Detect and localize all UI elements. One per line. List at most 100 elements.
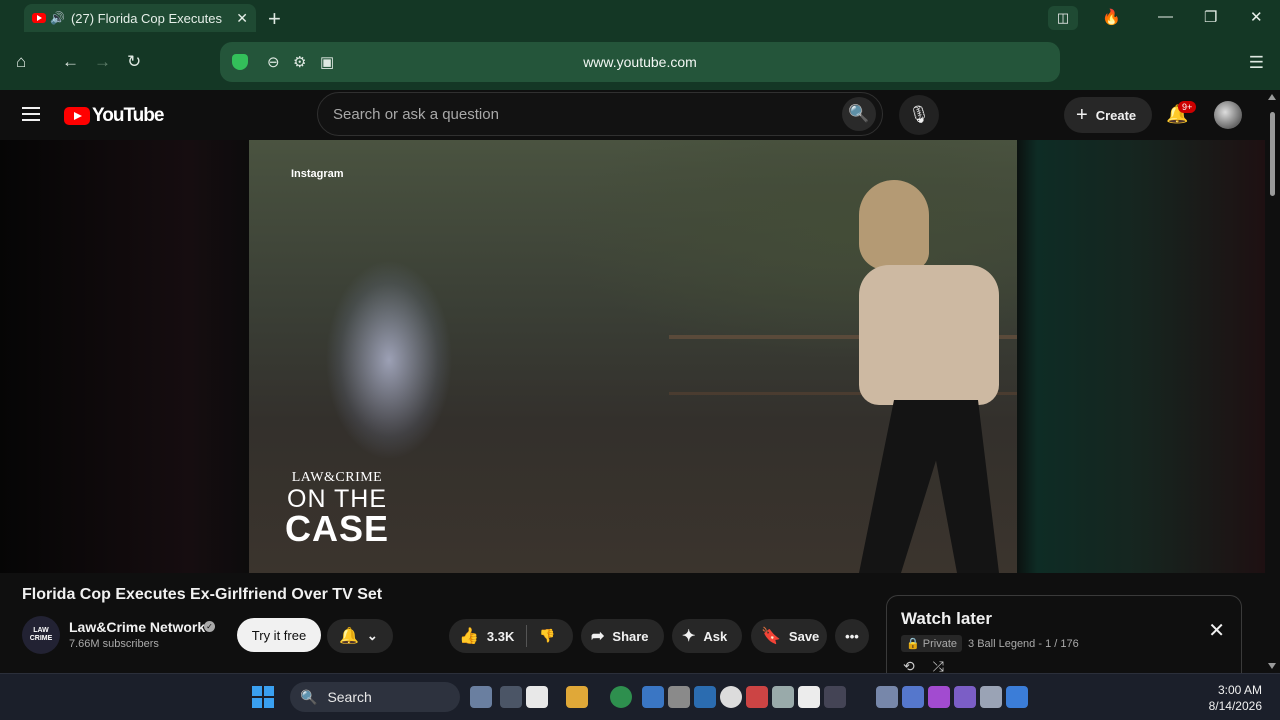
notification-count-badge: 9+ xyxy=(1178,101,1197,113)
taskbar-search[interactable]: 🔍 Search xyxy=(290,682,460,712)
create-button[interactable]: + Create xyxy=(1064,97,1152,133)
task-view-icon[interactable] xyxy=(470,686,492,708)
clock-date: 8/14/2026 xyxy=(1208,699,1262,713)
youtube-logo-text: YouTube xyxy=(92,105,164,126)
app-icon-7[interactable] xyxy=(772,686,794,708)
app-icon-11[interactable] xyxy=(902,686,924,708)
browser-tab-bar: 🔊 (27) Florida Cop Executes ✕ + ◫ 🔥 — ❐ … xyxy=(0,0,1280,36)
bell-icon: 🔔 xyxy=(339,628,359,645)
playlist-progress[interactable]: 3 Ball Legend - 1 / 176 xyxy=(968,638,1079,650)
tab-title: (27) Florida Cop Executes xyxy=(70,10,222,26)
widgets-icon[interactable] xyxy=(500,686,522,708)
channel-avatar[interactable]: LAW CRIME xyxy=(22,616,60,654)
app-icon-13[interactable] xyxy=(954,686,976,708)
playlist-meta: 🔒 Private 3 Ball Legend - 1 / 176 xyxy=(901,635,1079,652)
youtube-header: YouTube Search or ask a question 🔍 🎙 + C… xyxy=(0,90,1265,140)
share-label: Share xyxy=(612,628,649,644)
app-icon-15[interactable] xyxy=(1006,686,1028,708)
app-icon-9[interactable] xyxy=(824,686,846,708)
app-icon-8[interactable] xyxy=(798,686,820,708)
taskbar-search-label: Search xyxy=(327,689,372,705)
address-bar[interactable]: ⊖ ⚙ ▣ www.youtube.com xyxy=(220,42,1060,82)
browser-taskbar-icon[interactable] xyxy=(610,686,632,708)
like-count[interactable]: 3.3K xyxy=(487,629,514,644)
close-icon[interactable]: ✕ xyxy=(1208,618,1225,643)
browser-tab[interactable]: 🔊 (27) Florida Cop Executes ✕ xyxy=(24,4,256,32)
ask-label: Ask xyxy=(703,628,728,644)
thumbs-up-icon[interactable]: 👍 xyxy=(459,626,479,646)
video-player[interactable]: Instagram LAW&CRIME ON THE CASE xyxy=(249,140,1017,573)
scrollbar-thumb[interactable] xyxy=(1270,112,1275,196)
app-icon-12[interactable] xyxy=(928,686,950,708)
clock-time: 3:00 AM xyxy=(1217,683,1262,697)
user-avatar[interactable] xyxy=(1214,101,1242,129)
watch-later-title[interactable]: Watch later xyxy=(901,609,992,629)
app-icon-3[interactable] xyxy=(668,686,690,708)
windows-taskbar: 🔍 Search 3:00 AM 8/14/2026 xyxy=(0,673,1280,720)
restore-button[interactable]: ❐ xyxy=(1204,8,1217,26)
system-clock[interactable]: 3:00 AM 8/14/2026 xyxy=(1209,682,1262,714)
loop-icon[interactable]: ⟲ xyxy=(903,658,915,674)
forward-icon[interactable]: → xyxy=(94,52,111,72)
app-icon-5[interactable] xyxy=(720,686,742,708)
browser-menu-icon[interactable]: ☰ xyxy=(1249,53,1264,73)
subscription-bell-button[interactable]: 🔔 ⌄ xyxy=(327,619,393,653)
subscriber-count: 7.66M subscribers xyxy=(69,638,159,650)
url-text[interactable]: www.youtube.com xyxy=(220,54,1060,70)
privacy-badge: 🔒 Private xyxy=(901,635,963,652)
app-icon-14[interactable] xyxy=(980,686,1002,708)
audio-playing-icon[interactable]: 🔊 xyxy=(50,11,65,25)
page-scrollbar[interactable] xyxy=(1265,90,1280,673)
youtube-play-icon xyxy=(64,107,90,125)
app-icon-4[interactable] xyxy=(694,686,716,708)
video-frame-person xyxy=(839,180,999,573)
chevron-down-icon: ⌄ xyxy=(366,628,378,643)
ask-button[interactable]: ✦ Ask xyxy=(672,619,742,653)
show-watermark: LAW&CRIME ON THE CASE xyxy=(284,470,390,549)
youtube-favicon-icon xyxy=(32,13,46,23)
more-horizontal-icon: ••• xyxy=(845,628,859,644)
flame-icon[interactable]: 🔥 xyxy=(1102,8,1121,26)
windows-start-icon[interactable] xyxy=(252,686,274,708)
video-source-caption: Instagram xyxy=(291,168,344,180)
close-tab-icon[interactable]: ✕ xyxy=(236,10,248,27)
shuffle-icon[interactable]: ⤮ xyxy=(933,658,944,674)
file-explorer-icon[interactable] xyxy=(566,686,588,708)
scroll-down-arrow-icon[interactable] xyxy=(1268,663,1276,669)
scroll-up-arrow-icon[interactable] xyxy=(1268,94,1276,100)
search-box[interactable]: Search or ask a question 🔍 xyxy=(317,92,883,136)
sparkle-icon: ✦ xyxy=(682,628,696,645)
like-dislike-group: 👍 3.3K 👎 xyxy=(449,619,573,653)
app-icon-10[interactable] xyxy=(876,686,898,708)
home-icon[interactable]: ⌂ xyxy=(16,52,26,72)
microphone-icon[interactable]: 🎙 xyxy=(899,95,939,135)
app-icon-6[interactable] xyxy=(746,686,768,708)
search-icon[interactable]: 🔍 xyxy=(842,97,876,131)
close-window-button[interactable]: ✕ xyxy=(1250,8,1263,26)
channel-name[interactable]: Law&Crime Network xyxy=(69,619,205,635)
share-icon: ➦ xyxy=(591,628,605,645)
watch-later-panel: Watch later ✕ 🔒 Private 3 Ball Legend - … xyxy=(886,595,1242,674)
app-icon-1[interactable] xyxy=(526,686,548,708)
minimize-button[interactable]: — xyxy=(1158,8,1173,25)
youtube-logo[interactable]: YouTube xyxy=(64,105,164,127)
split-view-icon[interactable]: ◫ xyxy=(1048,6,1078,30)
back-icon[interactable]: ← xyxy=(62,52,79,72)
create-label: Create xyxy=(1095,107,1137,123)
save-label: Save xyxy=(788,628,820,644)
more-actions-button[interactable]: ••• xyxy=(835,619,869,653)
search-icon: 🔍 xyxy=(300,688,318,705)
reload-icon[interactable]: ↻ xyxy=(127,52,141,72)
search-input[interactable]: Search or ask a question xyxy=(333,106,499,123)
verified-check-icon: ✓ xyxy=(204,621,215,632)
browser-nav-bar: ⌂ ← → ↻ ⊖ ⚙ ▣ www.youtube.com ☰ xyxy=(0,36,1280,90)
thumbs-down-icon[interactable]: 👎 xyxy=(539,628,555,644)
app-icon-2[interactable] xyxy=(642,686,664,708)
new-tab-button[interactable]: + xyxy=(268,6,281,32)
share-button[interactable]: ➦ Share xyxy=(581,619,664,653)
video-title: Florida Cop Executes Ex-Girlfriend Over … xyxy=(22,586,383,603)
guide-menu-icon[interactable] xyxy=(22,107,40,121)
try-it-free-button[interactable]: Try it free xyxy=(237,618,321,652)
plus-icon: + xyxy=(1076,103,1088,126)
save-button[interactable]: 🔖 Save xyxy=(751,619,827,653)
